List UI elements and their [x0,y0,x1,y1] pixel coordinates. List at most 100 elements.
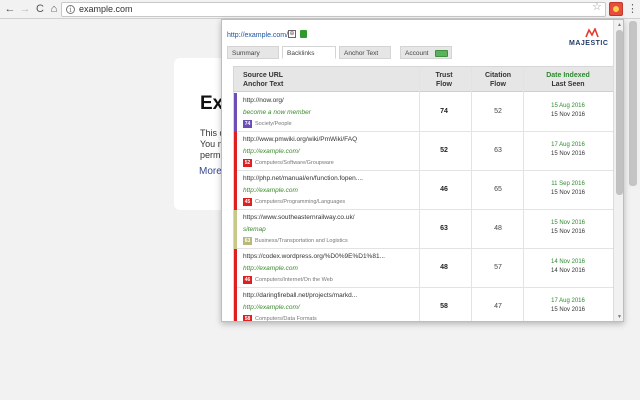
address-bar-url[interactable]: example.com [79,4,133,14]
back-icon[interactable]: ← [3,2,17,16]
scroll-up-icon[interactable]: ▲ [617,22,622,28]
header-citation-label-2: Flow [490,81,506,88]
anchor-text: sitemap [243,226,266,233]
table-row[interactable]: https://www.southeasternrailway.co.uk/si… [234,210,613,249]
anchor-text: http://example.com/ [243,304,300,311]
page-scrollbar[interactable] [627,19,640,189]
table-row[interactable]: http://now.org/become a now member 74 Soci… [234,93,613,132]
header-anchor-text: Anchor Text [243,81,284,88]
tab-account[interactable]: Account [400,46,452,59]
date-indexed-value: 15 Nov 2016 [550,220,586,226]
source-url[interactable]: https://www.southeasternrailway.co.uk/ [243,214,355,221]
more-info-link[interactable]: More [199,166,222,177]
topical-trust-badge: 46 [243,276,252,284]
majestic-popup: http://example.com/ ⊕ MAJESTIC Summary B… [221,19,624,322]
trash-icon[interactable] [300,30,307,38]
header-source[interactable]: Source URL Anchor Text [243,71,283,89]
anchor-text: http://example.com [243,187,298,194]
majestic-logo: MAJESTIC [567,28,619,50]
topical-trust-badge: 58 [243,315,252,322]
address-bar[interactable]: i example.com [61,2,606,17]
last-seen-value: 15 Nov 2016 [550,190,586,196]
expand-icon[interactable]: ⊕ [288,30,296,38]
header-trust-flow[interactable]: Trust Flow [419,71,469,89]
category-stripe [234,249,237,288]
tab-summary[interactable]: Summary [227,46,279,59]
topic-category: Business/Transportation and Logistics [255,238,348,244]
last-seen-value: 14 Nov 2016 [550,268,586,274]
topical-trust-badge: 52 [243,159,252,167]
date-indexed-value: 17 Aug 2016 [551,298,585,304]
account-battery-icon [435,50,448,57]
header-last-seen: Last Seen [551,81,585,88]
header-citation-label: Citation [484,72,512,79]
category-stripe [234,210,237,249]
header-dates[interactable]: Date Indexed Last Seen [524,71,612,89]
browser-toolbar: ← → C ⌂ i example.com ☆ ⋮ [0,0,640,19]
source-url[interactable]: http://php.net/manual/en/function.fopen.… [243,175,363,182]
date-indexed-value: 15 Aug 2016 [551,103,585,109]
majestic-logo-text: MAJESTIC [569,40,609,47]
last-seen-value: 15 Nov 2016 [550,229,586,235]
citation-flow-value: 57 [494,264,502,271]
source-url[interactable]: http://www.pmwiki.org/wiki/PmWiki/FAQ [243,136,357,143]
header-source-url: Source URL [243,72,284,79]
citation-flow-value: 48 [494,225,502,232]
source-url[interactable]: http://daringfireball.net/projects/markd… [243,292,357,299]
trust-flow-value: 46 [440,186,448,193]
date-indexed-value: 11 Sep 2016 [551,181,585,187]
topic-category: Computers/Data Formats [255,316,317,322]
popup-scrollbar-thumb[interactable] [616,30,623,195]
topic-category: Computers/Internet/On the Web [255,277,333,283]
tab-anchor-text[interactable]: Anchor Text [339,46,391,59]
backlinks-table: Source URL Anchor Text Trust Flow Citati… [233,66,614,322]
source-url[interactable]: http://now.org/ [243,97,284,104]
popup-scrollbar[interactable]: ▲ ▼ [613,20,623,321]
menu-icon[interactable]: ⋮ [627,2,638,16]
reload-icon[interactable]: C [33,2,47,16]
page-text-line: permi [200,150,223,160]
date-indexed-value: 17 Aug 2016 [551,142,585,148]
citation-flow-value: 65 [494,186,502,193]
trust-flow-value: 58 [440,303,448,310]
category-stripe [234,171,237,210]
info-icon[interactable]: i [66,5,75,14]
topic-category: Computers/Programming/Languages [255,199,346,205]
category-stripe [234,288,237,321]
topical-trust-badge: 63 [243,237,252,245]
table-row[interactable]: http://php.net/manual/en/function.fopen.… [234,171,613,210]
last-seen-value: 15 Nov 2016 [550,307,586,313]
table-row[interactable]: https://codex.wordpress.org/%D0%9E%D1%81… [234,249,613,288]
page-scrollbar-thumb[interactable] [629,21,637,186]
popup-site-url[interactable]: http://example.com/ [227,32,288,39]
scroll-down-icon[interactable]: ▼ [617,314,622,320]
citation-flow-value: 63 [494,147,502,154]
home-icon[interactable]: ⌂ [47,2,61,16]
category-stripe [234,132,237,171]
trust-flow-value: 63 [440,225,448,232]
majestic-extension-icon[interactable] [609,2,623,16]
last-seen-value: 15 Nov 2016 [550,112,586,118]
topic-category: Society/People [255,121,292,127]
last-seen-value: 15 Nov 2016 [550,151,586,157]
header-trust-label: Trust [435,72,453,79]
table-row[interactable]: http://daringfireball.net/projects/markd… [234,288,613,322]
forward-icon[interactable]: → [18,2,32,16]
source-url[interactable]: https://codex.wordpress.org/%D0%9E%D1%81… [243,253,385,260]
topical-trust-badge: 45 [243,198,252,206]
star-icon[interactable]: ☆ [592,1,602,14]
tab-backlinks[interactable]: Backlinks [282,46,336,59]
majestic-logo-mark [585,28,599,38]
citation-flow-value: 52 [494,108,502,115]
table-row[interactable]: http://www.pmwiki.org/wiki/PmWiki/FAQ htt… [234,132,613,171]
trust-flow-value: 48 [440,264,448,271]
trust-flow-value: 52 [440,147,448,154]
trust-flow-value: 74 [440,108,448,115]
topic-category: Computers/Software/Groupware [255,160,334,166]
header-citation-flow[interactable]: Citation Flow [473,71,523,89]
anchor-text: http://example.com/ [243,148,300,155]
tab-account-label: Account [405,50,429,57]
header-trust-label-2: Flow [436,81,452,88]
date-indexed-value: 14 Nov 2016 [550,259,586,265]
topical-trust-badge: 74 [243,120,252,128]
